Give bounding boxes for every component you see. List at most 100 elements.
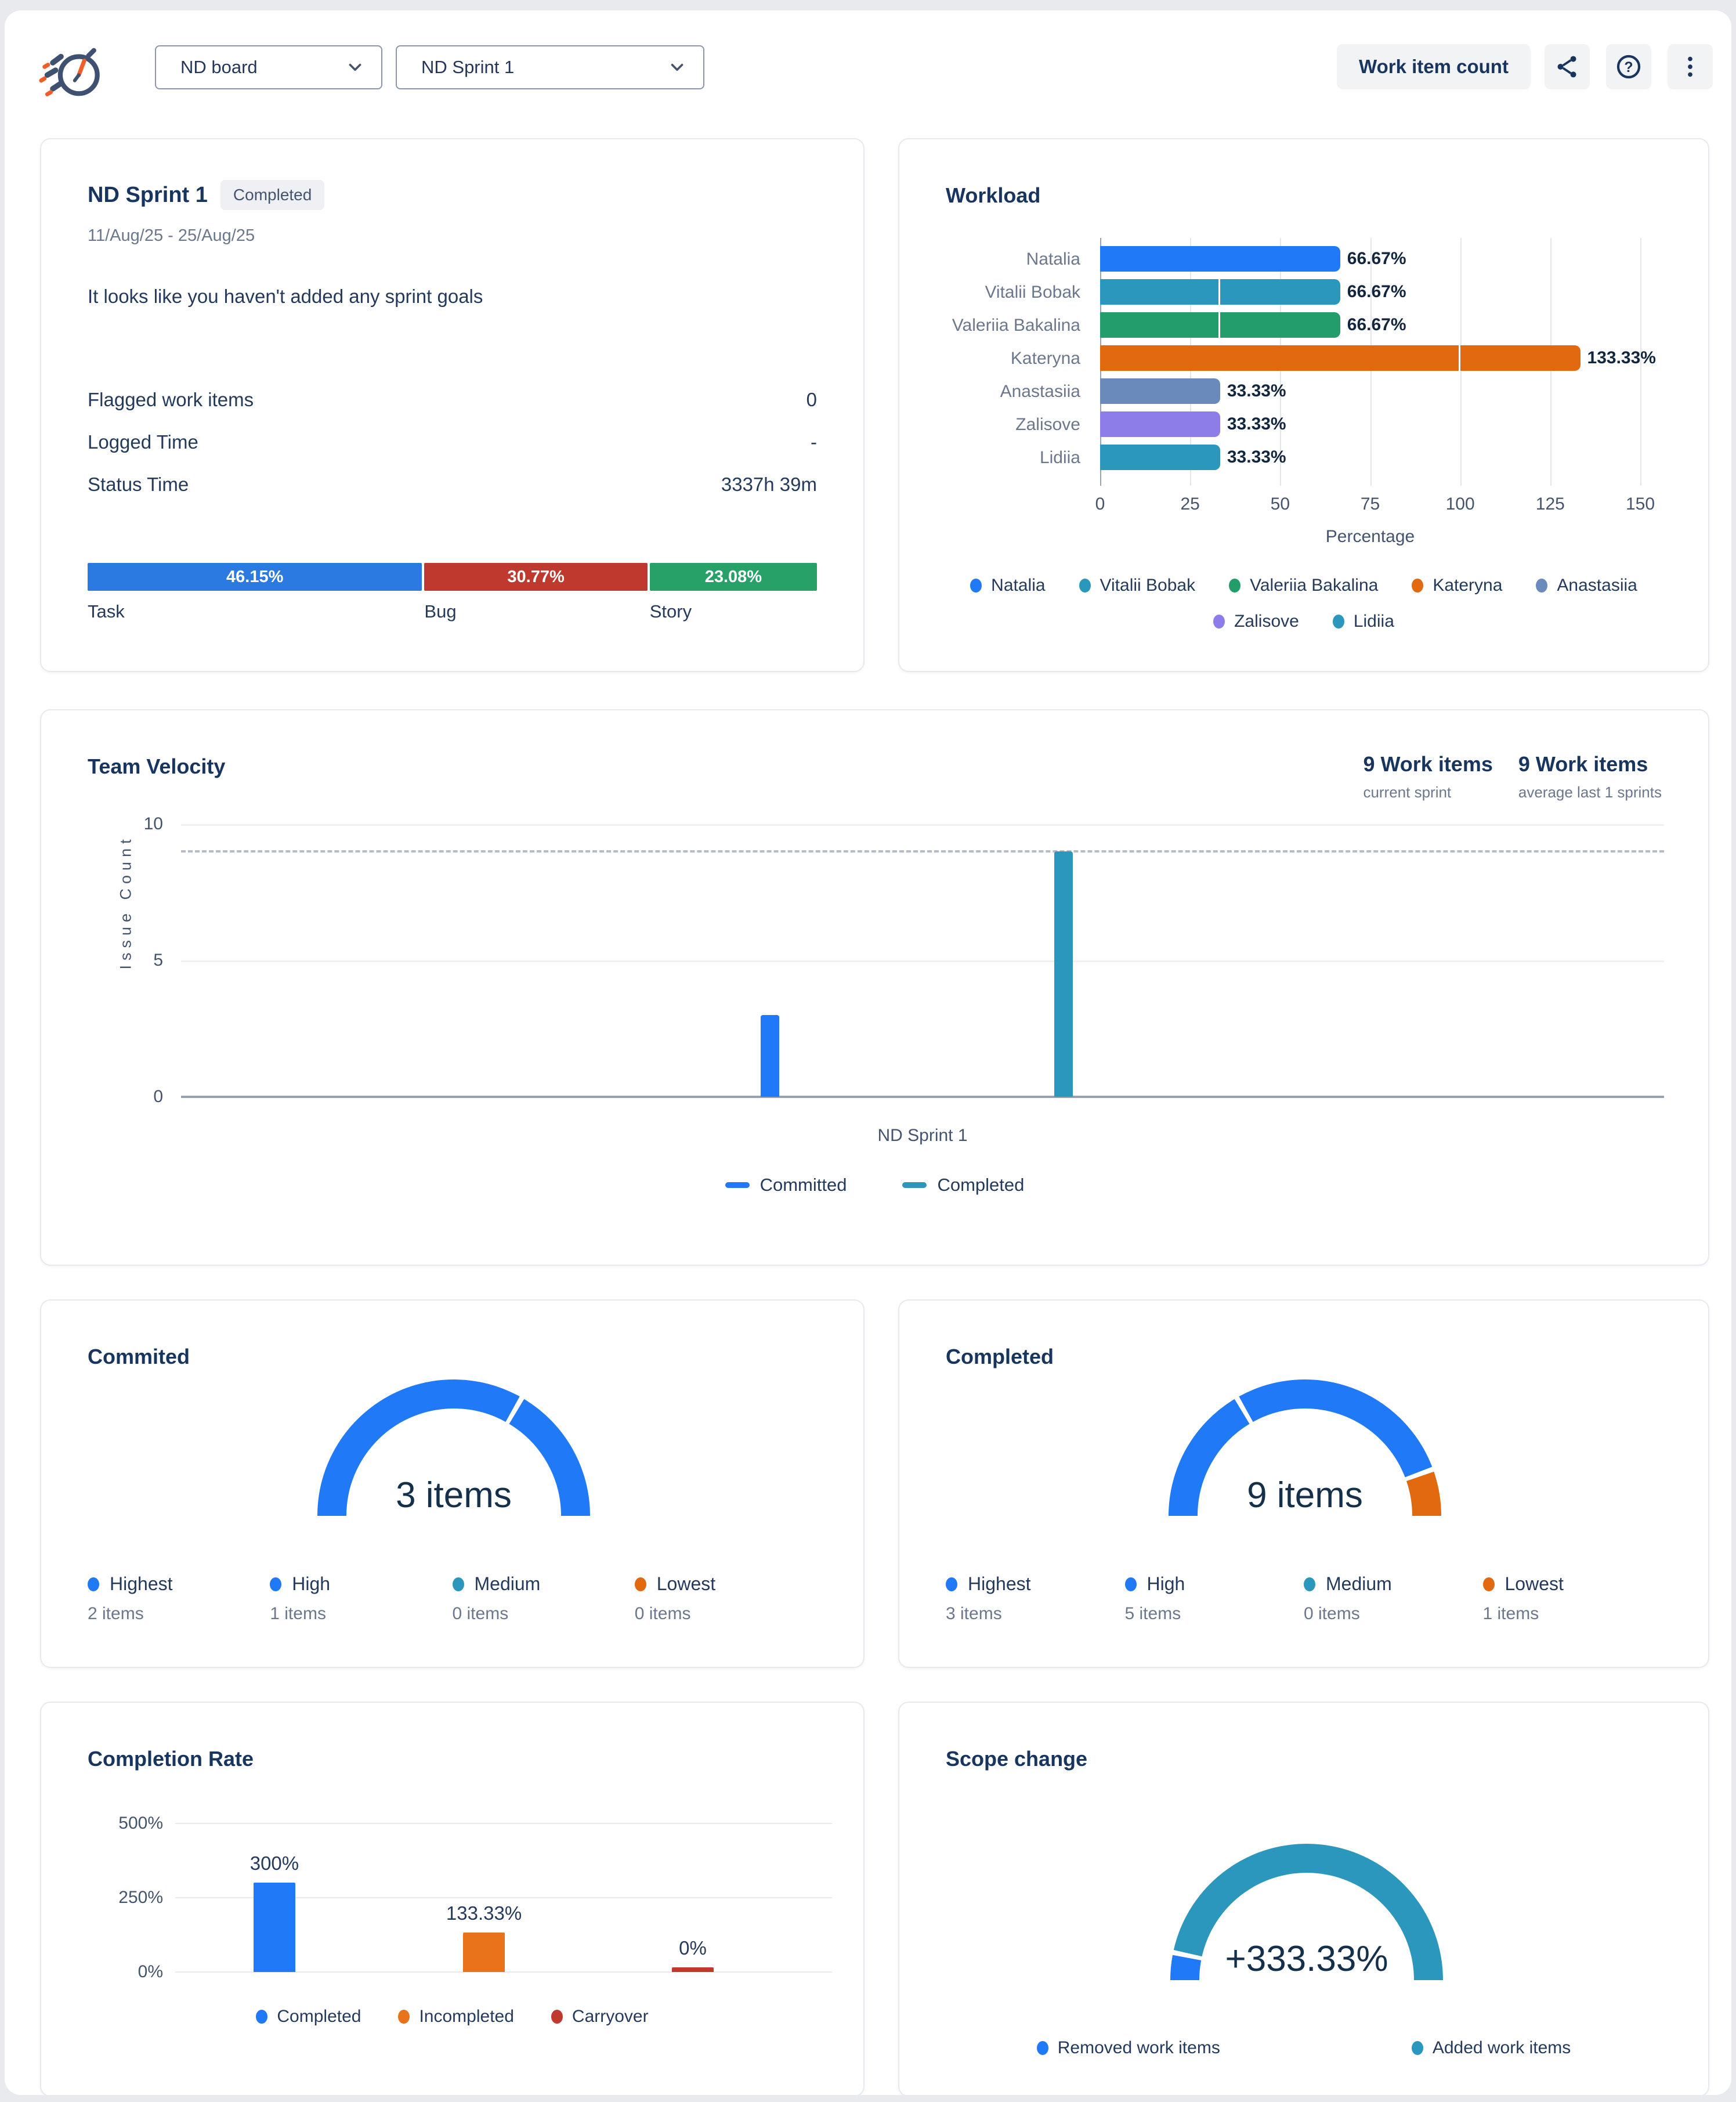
svg-text:?: ? — [1624, 59, 1633, 75]
stat-value: 0 — [806, 389, 817, 411]
work-item-count-button[interactable]: Work item count — [1337, 44, 1531, 89]
legend-dot-icon — [1213, 615, 1225, 629]
workload-card: Workload NataliaVitalii BobakValeriia Ba… — [898, 138, 1709, 672]
workload-bar-segment — [1100, 312, 1218, 338]
velocity-stat-caption: average last 1 sprints — [1518, 783, 1662, 801]
legend-item[interactable]: Valeriia Bakalina — [1229, 576, 1378, 595]
velocity-legend: Committed Completed — [41, 1175, 1708, 1196]
work-item-count-label: Work item count — [1359, 56, 1509, 78]
completion-bar-incompleted — [463, 1933, 505, 1972]
velocity-baseline — [181, 1096, 1664, 1098]
legend-item[interactable]: Added work items — [1412, 2038, 1571, 2058]
workload-bar-name: Vitalii Bobak — [946, 276, 1080, 309]
completion-y-tick: 0% — [76, 1962, 163, 1982]
legend-label: Lowest — [657, 1573, 715, 1595]
legend-label: Zalisove — [1234, 612, 1299, 631]
legend-dot-icon — [88, 1577, 99, 1591]
legend-item[interactable]: Zalisove — [1213, 612, 1299, 631]
more-menu-button[interactable] — [1668, 44, 1713, 89]
share-button[interactable] — [1545, 44, 1590, 89]
legend-dot-icon — [256, 2010, 267, 2024]
legend-item[interactable]: Highest — [946, 1573, 1125, 1595]
legend-item[interactable]: Lidiia — [1333, 612, 1394, 631]
legend-count: 1 items — [1483, 1604, 1662, 1624]
scope-change-legend: Removed work items Added work items — [899, 2038, 1708, 2058]
workload-bar-segment — [1100, 279, 1218, 305]
stat-value: - — [811, 431, 817, 453]
priority-legend-column: Lowest0 items — [635, 1573, 817, 1624]
legend-dot-icon — [270, 1577, 281, 1591]
stat-row-status-time: Status Time 3337h 39m — [88, 474, 817, 496]
velocity-x-category: ND Sprint 1 — [181, 1126, 1664, 1146]
legend-item[interactable]: Lowest — [1483, 1573, 1662, 1595]
legend-count: 3 items — [946, 1604, 1125, 1624]
workload-bar-segment — [1100, 345, 1459, 371]
legend-dot-icon — [1412, 579, 1423, 593]
completion-bar-value-label: 0% — [679, 1937, 707, 1959]
legend-item[interactable]: Natalia — [970, 576, 1045, 595]
legend-dot-icon — [1037, 2041, 1048, 2055]
velocity-y-tick: 10 — [117, 814, 163, 834]
workload-bar-name: Lidiia — [946, 441, 1080, 474]
workload-bar-value-label: 66.67% — [1347, 279, 1406, 305]
workload-bar — [1100, 345, 1640, 371]
legend-item[interactable]: Completed — [902, 1175, 1024, 1196]
legend-item[interactable]: Medium — [1304, 1573, 1483, 1595]
legend-count: 0 items — [453, 1604, 635, 1624]
legend-label: Incompleted — [419, 2007, 513, 2027]
sprint-select[interactable]: ND Sprint 1 — [396, 45, 704, 89]
app-logo-timer-icon — [38, 39, 106, 108]
help-button[interactable]: ? — [1606, 44, 1651, 89]
legend-label: Valeriia Bakalina — [1250, 576, 1378, 595]
workload-bar-value-label: 33.33% — [1227, 411, 1286, 437]
legend-label: High — [292, 1573, 330, 1595]
legend-label: Completed — [277, 2007, 361, 2027]
workload-x-axis-label: Percentage — [1100, 527, 1640, 547]
legend-item[interactable]: Lowest — [635, 1573, 817, 1595]
legend-item[interactable]: Highest — [88, 1573, 270, 1595]
workload-names: NataliaVitalii BobakValeriia BakalinaKat… — [946, 238, 1080, 511]
type-bar-label: Bug — [424, 601, 647, 622]
legend-item[interactable]: Medium — [453, 1573, 635, 1595]
legend-label: Medium — [1326, 1573, 1392, 1595]
legend-label: Completed — [937, 1175, 1024, 1196]
legend-dot-icon — [1125, 1577, 1137, 1591]
velocity-stats: 9 Work items current sprint 9 Work items… — [1363, 752, 1662, 801]
legend-item[interactable]: Vitalii Bobak — [1079, 576, 1196, 595]
legend-label: Vitalii Bobak — [1100, 576, 1196, 595]
legend-item[interactable]: Kateryna — [1412, 576, 1502, 595]
legend-item[interactable]: High — [270, 1573, 452, 1595]
legend-label: Natalia — [991, 576, 1045, 595]
velocity-stat-value: 9 Work items — [1363, 752, 1492, 776]
stat-value: 3337h 39m — [721, 474, 817, 496]
legend-item[interactable]: Incompleted — [398, 2007, 513, 2027]
legend-label: Highest — [110, 1573, 173, 1595]
priority-legend-column: High1 items — [270, 1573, 452, 1624]
legend-label: Added work items — [1433, 2038, 1571, 2058]
completion-rate-plot: 300%133.33%0% — [175, 1823, 832, 1972]
stat-label: Flagged work items — [88, 389, 254, 411]
velocity-y-tick: 0 — [117, 1087, 163, 1107]
stat-row-flagged: Flagged work items 0 — [88, 389, 817, 411]
stat-row-logged-time: Logged Time - — [88, 431, 817, 453]
workload-x-tick: 125 — [1536, 494, 1565, 514]
workload-bar-segment — [1220, 279, 1340, 305]
workload-bar-segment — [1100, 411, 1220, 437]
workload-bar-value-label: 66.67% — [1347, 312, 1406, 338]
work-item-type-labels: TaskBugStory — [88, 601, 817, 622]
stat-label: Logged Time — [88, 431, 198, 453]
legend-item[interactable]: Anastasiia — [1536, 576, 1637, 595]
completed-priority-legend: Highest3 itemsHigh5 itemsMedium0 itemsLo… — [946, 1573, 1662, 1624]
legend-item[interactable]: Carryover — [551, 2007, 649, 2027]
legend-item[interactable]: Completed — [256, 2007, 361, 2027]
workload-bar-segment — [1100, 378, 1220, 404]
legend-item[interactable]: Removed work items — [1037, 2038, 1220, 2058]
sprint-select-value: ND Sprint 1 — [421, 57, 514, 78]
sprint-title-row: ND Sprint 1 Completed — [88, 180, 324, 210]
workload-legend-row: Zalisove Lidiia — [946, 612, 1662, 631]
legend-item[interactable]: Committed — [725, 1175, 847, 1196]
board-select[interactable]: ND board — [155, 45, 382, 89]
completion-rate-card: Completion Rate 300%133.33%0% 500%250%0%… — [40, 1702, 865, 2095]
legend-item[interactable]: High — [1125, 1573, 1304, 1595]
priority-legend-column: Highest 3 items — [946, 1573, 1125, 1624]
